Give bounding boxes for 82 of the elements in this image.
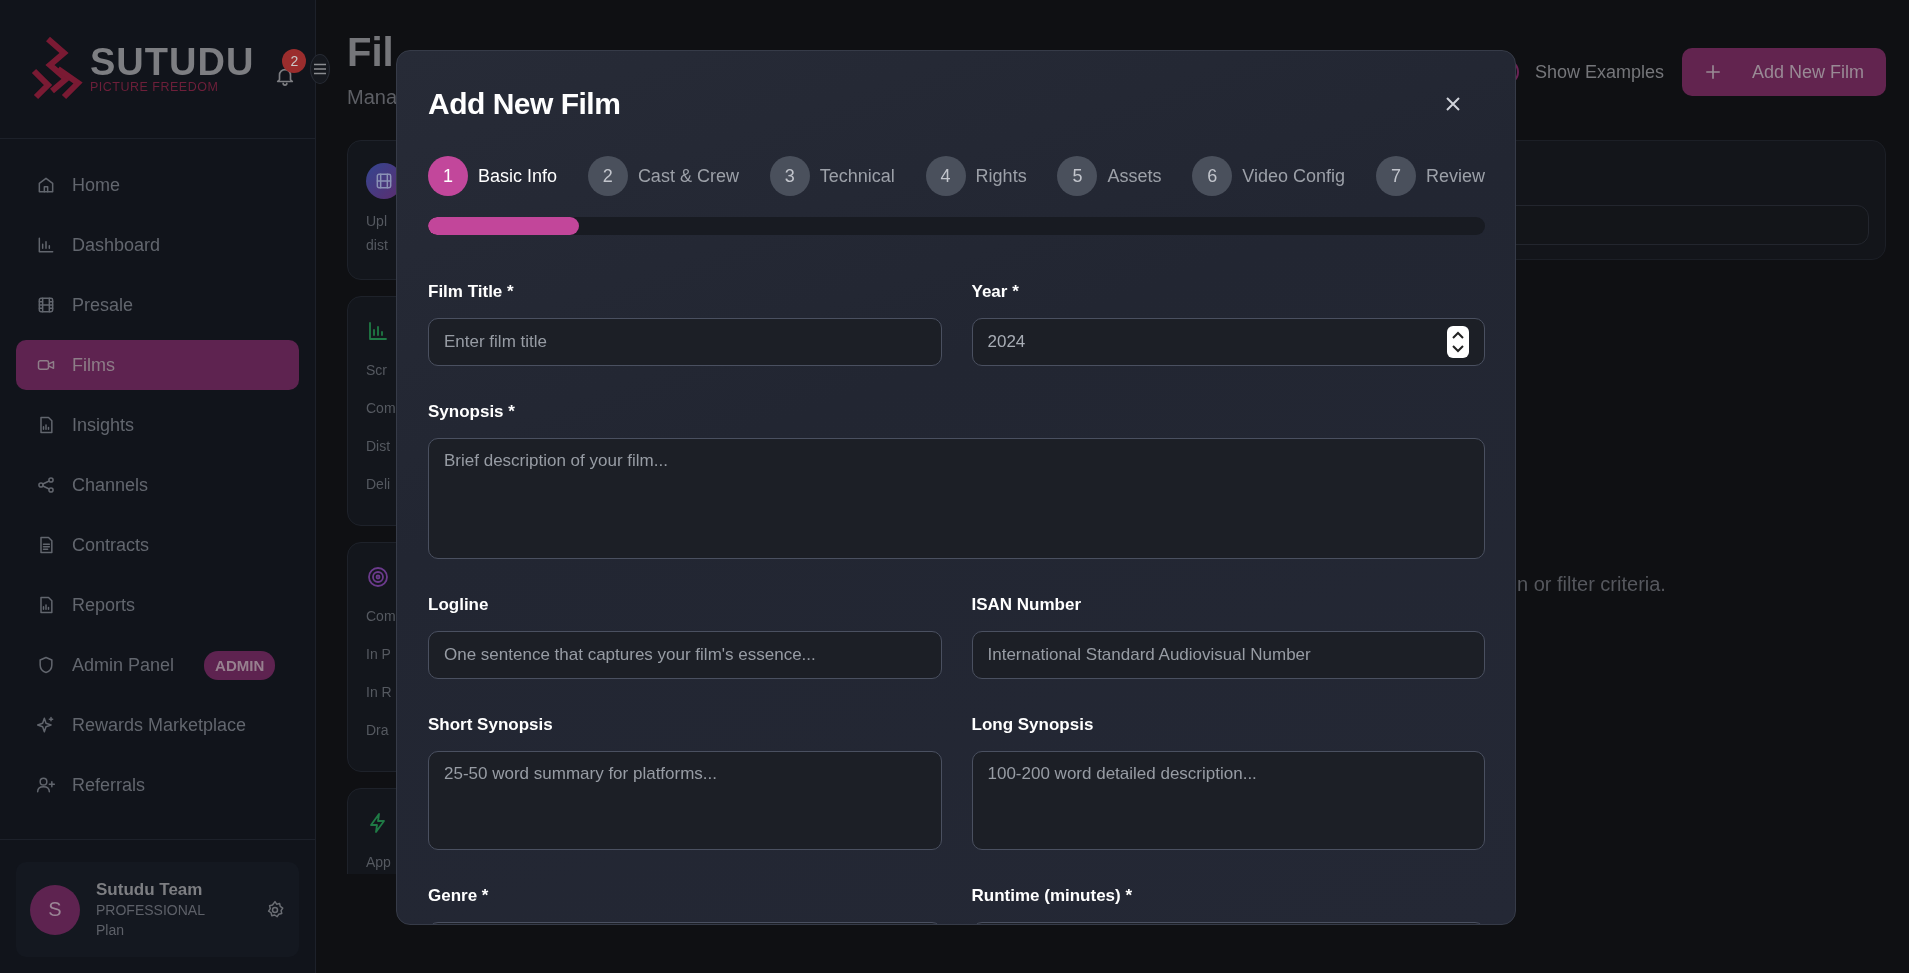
- step-label[interactable]: Technical: [819, 165, 895, 187]
- field-label: Logline: [428, 595, 490, 615]
- bar-chart-icon: [366, 319, 390, 343]
- sparkle-icon: [36, 715, 56, 735]
- sidebar-item[interactable]: Contracts: [16, 520, 299, 570]
- target-icon: [366, 565, 390, 589]
- home-icon: [36, 175, 56, 195]
- sidebar-item[interactable]: Reports: [16, 580, 299, 630]
- sidebar-item[interactable]: Referrals: [16, 760, 299, 810]
- empty-message: n or filter criteria.: [1517, 573, 1666, 596]
- card-text: Scr: [366, 361, 387, 380]
- card-text: Com: [366, 399, 396, 418]
- step-label[interactable]: Video Config: [1242, 165, 1346, 187]
- card-text: Dra: [366, 721, 389, 740]
- share-icon: [36, 475, 56, 495]
- text-area[interactable]: 25-50 word summary for platforms...: [428, 751, 942, 850]
- menu-button[interactable]: [310, 54, 331, 84]
- field-label: Synopsis *: [428, 402, 516, 422]
- card-text: Dist: [366, 437, 391, 456]
- card-text: In P: [366, 645, 391, 664]
- step-number[interactable]: 5: [1057, 156, 1098, 196]
- step-number[interactable]: 4: [925, 156, 966, 196]
- card-text: Upl: [366, 212, 387, 231]
- sidebar-item[interactable]: Insights: [16, 400, 299, 450]
- step-number[interactable]: 3: [769, 156, 810, 196]
- page-title: Fil: [347, 30, 394, 74]
- sidebar-item[interactable]: Dashboard: [16, 220, 299, 270]
- settings-icon: [265, 899, 285, 920]
- add-film-button[interactable]: Add New Film: [1681, 48, 1886, 96]
- step-number[interactable]: 7: [1375, 156, 1416, 196]
- field-label: Film Title *: [428, 282, 515, 302]
- input-field[interactable]: International Standard Audiovisual Number: [971, 631, 1485, 679]
- sidebar-item[interactable]: Rewards Marketplace: [16, 700, 299, 750]
- field-label: Genre *: [428, 886, 490, 906]
- step-number[interactable]: 1: [428, 156, 468, 196]
- dialog-title: Add New Film: [428, 87, 621, 121]
- card-text: dist: [366, 236, 388, 255]
- year-field[interactable]: 2024: [971, 318, 1485, 366]
- bar-chart-icon: [36, 235, 56, 255]
- plus-icon: [1703, 63, 1722, 81]
- text-area[interactable]: Brief description of your film...: [428, 438, 1485, 559]
- film-icon: [374, 171, 394, 191]
- user-plus-icon: [36, 775, 56, 795]
- sidebar-item[interactable]: Channels: [16, 460, 299, 510]
- spinner-icon: [1447, 326, 1469, 358]
- field-label: Runtime (minutes) *: [971, 886, 1134, 906]
- logo-tagline: PICTURE FREEDOM: [90, 80, 220, 94]
- toggle-label: Show Examples: [1534, 61, 1664, 83]
- card-text: In R: [366, 683, 392, 702]
- logo-name: SUTUDU: [90, 44, 255, 80]
- sidebar-item[interactable]: Presale: [16, 280, 299, 330]
- sidebar-item[interactable]: Admin Panel ADMIN: [16, 640, 299, 690]
- step-label[interactable]: Rights: [975, 165, 1027, 187]
- step-label[interactable]: Cast & Crew: [637, 165, 739, 187]
- field-label: Long Synopsis: [971, 715, 1095, 735]
- step-number[interactable]: 6: [1192, 156, 1233, 196]
- field-label: Short Synopsis: [428, 715, 554, 735]
- page-subtitle: Mana: [347, 86, 398, 109]
- close-icon: [1445, 96, 1461, 112]
- shield-icon: [36, 655, 56, 675]
- input-field[interactable]: Enter film title: [428, 318, 942, 366]
- close-button[interactable]: [1445, 96, 1461, 112]
- step-number[interactable]: 2: [587, 156, 628, 196]
- input-field[interactable]: One sentence that captures your film's essence...: [428, 631, 942, 679]
- step-label[interactable]: Basic Info: [478, 165, 558, 187]
- user-avatar: S: [30, 884, 80, 935]
- notification-badge: 2: [282, 49, 307, 73]
- sidebar-item[interactable]: Home: [16, 160, 299, 210]
- step-label[interactable]: Review: [1425, 165, 1485, 187]
- sidebar-item[interactable]: Films: [16, 340, 299, 390]
- card-text: Deli: [366, 475, 391, 494]
- field-value: 2024: [987, 332, 1027, 352]
- role-badge: ADMIN: [204, 650, 276, 680]
- user-name: Sutudu Team: [96, 879, 204, 900]
- user-plan: PROFESSIONAL Plan: [96, 900, 206, 940]
- card-text: App: [366, 853, 391, 872]
- film-icon: [36, 295, 56, 315]
- field-label: ISAN Number: [971, 595, 1083, 615]
- text-area[interactable]: 100-200 word detailed description...: [971, 751, 1485, 850]
- step-label[interactable]: Assets: [1107, 165, 1162, 187]
- card-text: Com: [366, 607, 396, 626]
- field-label: Year *: [971, 282, 1020, 302]
